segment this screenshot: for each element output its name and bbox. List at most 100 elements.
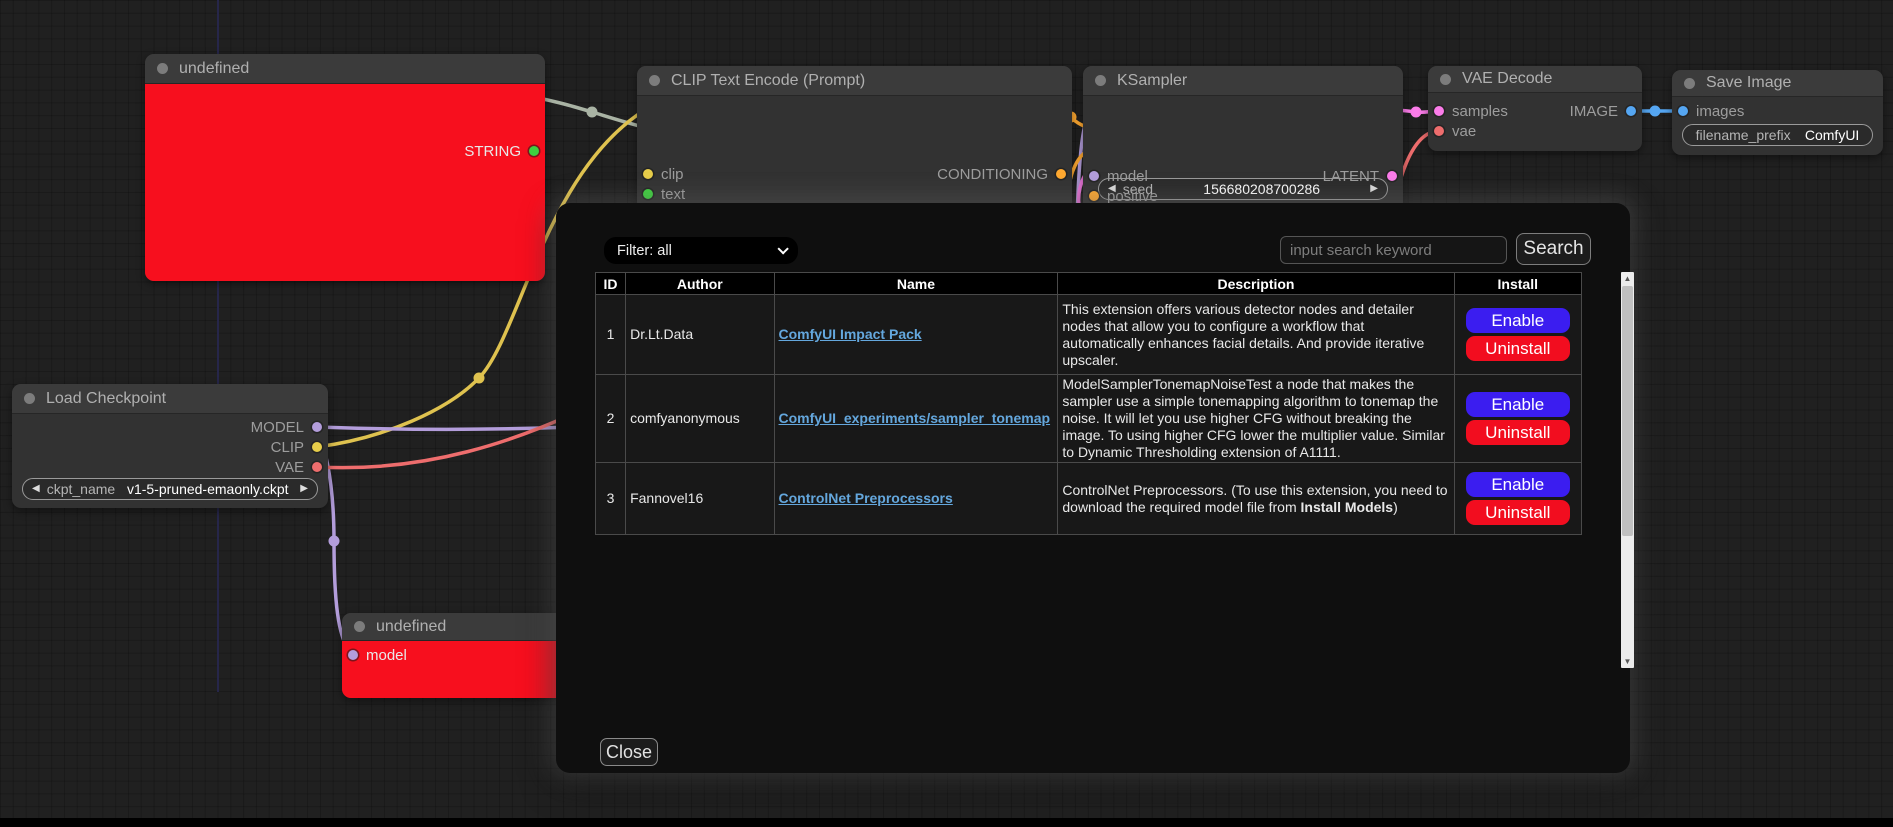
collapse-dot-icon[interactable] <box>1095 75 1106 86</box>
images-input-dot[interactable] <box>1678 106 1688 116</box>
node-graph-canvas[interactable]: undefined STRING CLIP Text Encode (Promp… <box>0 0 1893 827</box>
vae-input-dot[interactable] <box>1434 126 1444 136</box>
text-input-dot[interactable] <box>643 189 653 199</box>
input-label: positive <box>1107 188 1158 205</box>
vae-output-dot[interactable] <box>312 462 322 472</box>
reroute-dot-model[interactable] <box>329 536 340 547</box>
node-title-bar[interactable]: Load Checkpoint <box>12 384 328 414</box>
node-ksampler[interactable]: KSampler model positive negative latent_… <box>1083 66 1403 211</box>
input-label: text <box>661 186 685 203</box>
widget-value: ComfyUI <box>1805 127 1859 143</box>
search-input[interactable] <box>1280 236 1507 264</box>
collapse-dot-icon[interactable] <box>354 621 365 632</box>
input-slot-clip: clip <box>643 164 692 184</box>
collapse-dot-icon[interactable] <box>649 75 660 86</box>
node-title-bar[interactable]: Save Image <box>1672 70 1883 97</box>
output-slot-model: MODEL <box>243 417 322 437</box>
input-label: images <box>1696 103 1744 120</box>
conditioning-output-dot[interactable] <box>1056 169 1066 179</box>
output-slot-string: STRING <box>456 141 539 161</box>
cell-id: 3 <box>596 463 626 535</box>
reroute-dot-image[interactable] <box>1650 106 1661 117</box>
filename-prefix-widget[interactable]: filename_prefix ComfyUI <box>1682 124 1873 146</box>
samples-input-dot[interactable] <box>1434 106 1444 116</box>
cell-author: comfyanonymous <box>626 375 774 463</box>
node-vae-decode[interactable]: VAE Decode samples vae IMAGE <box>1428 66 1642 151</box>
node-title: KSampler <box>1117 72 1187 90</box>
string-output-dot[interactable] <box>529 146 539 156</box>
cell-description: This extension offers various detector n… <box>1058 295 1454 375</box>
uninstall-button[interactable]: Uninstall <box>1466 500 1570 525</box>
image-output-dot[interactable] <box>1626 106 1636 116</box>
output-label: CONDITIONING <box>937 166 1048 183</box>
widget-value: v1-5-pruned-emaonly.ckpt <box>122 481 293 497</box>
extension-table-scroll-area[interactable]: ID Author Name Description Install 1 Dr.… <box>595 272 1595 668</box>
enable-button[interactable]: Enable <box>1466 392 1570 417</box>
latent-output-dot[interactable] <box>1387 171 1397 181</box>
reroute-dot-clip[interactable] <box>474 373 485 384</box>
header-id: ID <box>596 273 626 295</box>
extension-table: ID Author Name Description Install 1 Dr.… <box>595 272 1582 535</box>
node-clip-text-encode[interactable]: CLIP Text Encode (Prompt) clip text COND… <box>637 66 1072 211</box>
widget-name: ckpt_name <box>47 481 115 497</box>
ckpt-name-widget[interactable]: ◀ ckpt_name v1-5-pruned-emaonly.ckpt ▶ <box>22 478 318 500</box>
node-error-body <box>145 84 545 281</box>
enable-button[interactable]: Enable <box>1466 308 1570 333</box>
increment-arrow-icon[interactable]: ▶ <box>300 484 308 494</box>
table-row: 1 Dr.Lt.Data ComfyUI Impact Pack This ex… <box>596 295 1582 375</box>
node-undefined-model[interactable]: undefined model <box>342 613 567 698</box>
model-input-dot[interactable] <box>348 650 358 660</box>
close-button[interactable]: Close <box>600 738 658 766</box>
output-label: CLIP <box>271 439 304 456</box>
clip-input-dot[interactable] <box>643 169 653 179</box>
output-label: STRING <box>464 143 521 160</box>
cell-id: 1 <box>596 295 626 375</box>
cell-author: Dr.Lt.Data <box>626 295 774 375</box>
scroll-up-arrow-icon[interactable]: ▲ <box>1621 272 1634 285</box>
cell-name: ControlNet Preprocessors <box>774 463 1058 535</box>
output-slot-vae: VAE <box>267 457 322 477</box>
node-load-checkpoint[interactable]: Load Checkpoint MODEL CLIP VAE ◀ ckpt_na… <box>12 384 328 508</box>
extension-link[interactable]: ControlNet Preprocessors <box>779 490 953 506</box>
header-name: Name <box>774 273 1058 295</box>
search-button[interactable]: Search <box>1516 233 1591 265</box>
table-row: 3 Fannovel16 ControlNet Preprocessors Co… <box>596 463 1582 535</box>
node-title-bar[interactable]: CLIP Text Encode (Prompt) <box>637 66 1072 96</box>
output-label: LATENT <box>1323 168 1379 185</box>
table-scrollbar[interactable]: ▲ ▼ <box>1621 272 1634 668</box>
node-title-bar[interactable]: undefined <box>145 54 545 84</box>
extension-link[interactable]: ComfyUI Impact Pack <box>779 326 922 342</box>
node-undefined-string[interactable]: undefined STRING <box>145 54 545 281</box>
reroute-dot-latent[interactable] <box>1411 107 1422 118</box>
node-save-image[interactable]: Save Image images filename_prefix ComfyU… <box>1672 70 1883 155</box>
model-output-dot[interactable] <box>312 422 322 432</box>
node-title-bar[interactable]: KSampler <box>1083 66 1403 96</box>
filter-select[interactable]: Filter: all <box>604 237 798 264</box>
cell-description: ModelSamplerTonemapNoiseTest a node that… <box>1058 375 1454 463</box>
collapse-dot-icon[interactable] <box>157 63 168 74</box>
input-label: clip <box>661 166 684 183</box>
clip-output-dot[interactable] <box>312 442 322 452</box>
positive-input-dot[interactable] <box>1089 191 1099 201</box>
reroute-dot-string[interactable] <box>587 107 598 118</box>
wire-string-to-text <box>534 97 648 128</box>
output-slot-clip: CLIP <box>263 437 322 457</box>
collapse-dot-icon[interactable] <box>1684 78 1695 89</box>
input-slot-text: text <box>643 184 693 204</box>
uninstall-button[interactable]: Uninstall <box>1466 336 1570 361</box>
input-slot-samples: samples <box>1434 101 1516 121</box>
node-title-bar[interactable]: undefined <box>342 613 567 641</box>
extension-link[interactable]: ComfyUI_experiments/sampler_tonemap <box>779 410 1051 426</box>
scroll-down-arrow-icon[interactable]: ▼ <box>1621 655 1634 668</box>
node-title-bar[interactable]: VAE Decode <box>1428 66 1642 93</box>
cell-install: Enable Uninstall <box>1454 295 1581 375</box>
uninstall-button[interactable]: Uninstall <box>1466 420 1570 445</box>
decrement-arrow-icon[interactable]: ◀ <box>32 484 40 494</box>
collapse-dot-icon[interactable] <box>1440 74 1451 85</box>
enable-button[interactable]: Enable <box>1466 472 1570 497</box>
model-input-dot[interactable] <box>1089 171 1099 181</box>
node-title: Load Checkpoint <box>46 390 166 408</box>
collapse-dot-icon[interactable] <box>24 393 35 404</box>
scrollbar-thumb[interactable] <box>1622 286 1633 536</box>
output-label: MODEL <box>251 419 304 436</box>
